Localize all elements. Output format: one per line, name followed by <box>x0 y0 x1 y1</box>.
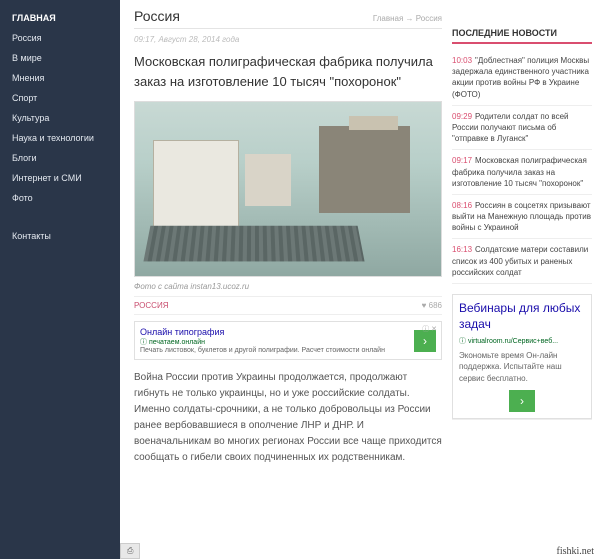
ad-desc: Печать листовок, буклетов и другой полиг… <box>140 347 408 354</box>
machine-graphic <box>349 116 398 130</box>
ad-title[interactable]: Онлайн типография <box>140 327 408 337</box>
rail-ad[interactable]: Вебинары для любых задач ⓘ virtualroom.r… <box>452 294 592 419</box>
article-body: Война России против Украины продолжается… <box>134 370 442 466</box>
rail-lang-switch[interactable] <box>452 419 592 424</box>
news-text: Россиян в соцсетях призывают выйти на Ма… <box>452 201 591 232</box>
news-item[interactable]: 16:13Солдатские матери составили список … <box>452 239 592 284</box>
machine-graphic <box>153 140 239 227</box>
article-likes[interactable]: ♥ 686 <box>422 301 442 310</box>
image-caption: Фото с сайта instan13.ucoz.ru <box>134 277 442 297</box>
right-rail: ПОСЛЕДНИЕ НОВОСТИ 10:03"Доблестная" поли… <box>452 8 592 559</box>
page-header: Россия Главная → Россия <box>134 8 442 29</box>
article-meta: РОССИЯ ♥ 686 <box>134 301 442 315</box>
news-item[interactable]: 10:03"Доблестная" полиция Москвы задержа… <box>452 50 592 106</box>
sidebar-item-russia[interactable]: Россия <box>0 28 120 48</box>
sidebar-item-photo[interactable]: Фото <box>0 188 120 208</box>
machine-graphic <box>319 126 411 213</box>
article-title: Московская полиграфическая фабрика получ… <box>134 52 442 91</box>
rail-ad-url[interactable]: ⓘ virtualroom.ru/Сервис+веб... <box>459 336 585 346</box>
ad-badge-icon[interactable]: ⓘ ✕ <box>422 324 437 334</box>
ad-sub: ⓘ печатаем.онлайн <box>140 337 408 347</box>
breadcrumb[interactable]: Главная → Россия <box>373 14 442 23</box>
content-column: Россия Главная → Россия 09:17, Август 28… <box>134 8 442 559</box>
conveyor-graphic <box>144 226 365 262</box>
rail-ad-title[interactable]: Вебинары для любых задач <box>459 301 585 332</box>
news-text: Московская полиграфическая фабрика получ… <box>452 156 587 187</box>
news-item[interactable]: 09:17Московская полиграфическая фабрика … <box>452 150 592 195</box>
sidebar-item-science[interactable]: Наука и технологии <box>0 128 120 148</box>
site-brand: fishki.net <box>557 546 595 557</box>
sidebar-item-blogs[interactable]: Блоги <box>0 148 120 168</box>
news-time: 09:17 <box>452 156 472 165</box>
main-area: Россия Главная → Россия 09:17, Август 28… <box>120 0 600 559</box>
news-time: 10:03 <box>452 56 472 65</box>
page-title: Россия <box>134 8 180 24</box>
news-time: 08:16 <box>452 201 472 210</box>
news-item[interactable]: 09:29Родители солдат по всей России полу… <box>452 106 592 151</box>
sidebar-item-opinions[interactable]: Мнения <box>0 68 120 88</box>
inline-ad[interactable]: ⓘ ✕ Онлайн типография ⓘ печатаем.онлайн … <box>134 321 442 360</box>
article-category[interactable]: РОССИЯ <box>134 301 168 310</box>
news-time: 16:13 <box>452 245 472 254</box>
news-text: "Доблестная" полиция Москвы задержала ед… <box>452 56 589 99</box>
news-time: 09:29 <box>452 112 472 121</box>
sidebar-item-world[interactable]: В мире <box>0 48 120 68</box>
machine-graphic <box>245 154 291 206</box>
sidebar-item-internet[interactable]: Интернет и СМИ <box>0 168 120 188</box>
footer-badge[interactable]: ⎙ <box>120 543 140 559</box>
sidebar-item-main[interactable]: ГЛАВНАЯ <box>0 8 120 28</box>
rail-ad-desc: Экономьте время Он-лайн поддержка. Испыт… <box>459 350 585 384</box>
rail-header: ПОСЛЕДНИЕ НОВОСТИ <box>452 28 592 44</box>
news-text: Солдатские матери составили список из 40… <box>452 245 588 276</box>
sidebar-item-culture[interactable]: Культура <box>0 108 120 128</box>
article-timestamp: 09:17, Август 28, 2014 года <box>134 35 442 44</box>
sidebar-nav: ГЛАВНАЯ Россия В мире Мнения Спорт Культ… <box>0 0 120 559</box>
sidebar-item-contacts[interactable]: Контакты <box>0 226 120 246</box>
sidebar-item-sport[interactable]: Спорт <box>0 88 120 108</box>
rail-ad-button[interactable]: › <box>509 390 535 412</box>
news-item[interactable]: 08:16Россиян в соцсетях призывают выйти … <box>452 195 592 240</box>
article-image <box>134 101 442 277</box>
